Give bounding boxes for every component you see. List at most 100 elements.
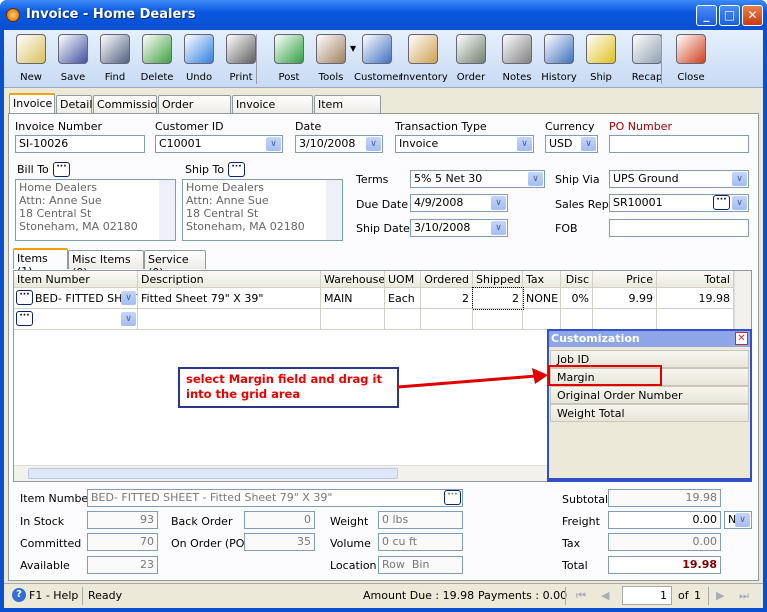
item-tab-0[interactable]: Items (1) (13, 248, 68, 278)
table-cell[interactable] (138, 309, 321, 330)
chevron-down-icon[interactable]: ∨ (121, 312, 136, 326)
column-header[interactable]: Disc (561, 271, 593, 288)
table-cell[interactable] (385, 309, 421, 330)
close-icon[interactable]: ✕ (735, 332, 748, 345)
chevron-down-icon[interactable]: ∨ (517, 137, 532, 151)
terms-select[interactable]: 5% 5 Net 30 ∨ (410, 170, 545, 188)
table-cell[interactable] (421, 309, 473, 330)
ship-date-picker[interactable]: 3/10/2008 ∨ (410, 219, 508, 237)
undo-button[interactable]: Undo (176, 32, 222, 86)
order-button[interactable]: Order (448, 32, 494, 86)
chevron-down-icon[interactable]: ∨ (491, 196, 506, 210)
chevron-down-icon[interactable]: ∨ (121, 291, 136, 305)
table-cell[interactable]: ··· ∨ (14, 309, 138, 330)
previous-record-icon[interactable]: ◀ (601, 589, 609, 602)
delete-button[interactable]: Delete (134, 32, 180, 86)
sales-rep-select[interactable]: SR10001 ··· ∨ (609, 194, 749, 212)
help-icon[interactable]: ? (12, 588, 26, 602)
tools-dropdown-icon[interactable]: ▼ (350, 44, 356, 53)
table-cell[interactable] (473, 309, 523, 330)
chevron-down-icon[interactable]: ∨ (732, 172, 747, 186)
column-header[interactable]: Item Number (14, 271, 138, 288)
recap-button[interactable]: Recap (624, 32, 670, 86)
scrollbar[interactable] (159, 180, 175, 240)
scrollbar[interactable] (326, 180, 342, 240)
column-header[interactable]: Shipped (473, 271, 523, 288)
chevron-down-icon[interactable]: ∨ (735, 513, 750, 527)
post-button[interactable]: Post (266, 32, 312, 86)
chevron-down-icon[interactable]: ∨ (528, 172, 543, 186)
freight-input[interactable]: 0.00 (608, 511, 721, 529)
customization-field[interactable]: Weight Total (550, 404, 749, 422)
history-button[interactable]: History (536, 32, 582, 86)
currency-select[interactable]: USD ∨ (545, 135, 598, 153)
chevron-down-icon[interactable]: ∨ (581, 137, 596, 151)
transaction-type-select[interactable]: Invoice ∨ (395, 135, 534, 153)
table-cell[interactable] (561, 309, 593, 330)
table-cell[interactable]: ··· ∨ BED- FITTED SHEET (14, 288, 138, 309)
customer-id-select[interactable]: C10001 ∨ (155, 135, 283, 153)
item-lookup-button[interactable]: ··· (444, 490, 461, 505)
chevron-down-icon[interactable]: ∨ (266, 137, 281, 151)
invoice-number-input[interactable]: SI-10026 (15, 135, 145, 153)
page-input[interactable]: 1 (622, 586, 672, 605)
table-cell[interactable]: 0% (561, 288, 593, 309)
item-lookup-button[interactable]: ··· (16, 290, 33, 305)
tab-invoice[interactable]: Invoice (9, 93, 55, 114)
tab-detail[interactable]: Detail (56, 95, 92, 114)
title-bar[interactable]: Invoice - Home Dealers _ □ ✕ (0, 0, 767, 30)
table-cell[interactable]: Each (385, 288, 421, 309)
next-record-icon[interactable]: ▶ (716, 589, 724, 602)
save-button[interactable]: Save (50, 32, 96, 86)
due-date-picker[interactable]: 4/9/2008 ∨ (410, 194, 508, 212)
po-number-input[interactable] (609, 135, 749, 153)
item-number-field[interactable]: BED- FITTED SHEET - Fitted Sheet 79" X 3… (87, 489, 463, 507)
close-window-button[interactable]: ✕ (742, 5, 763, 26)
table-cell[interactable] (593, 309, 657, 330)
tab-order-history[interactable]: Order History (158, 95, 231, 124)
bill-to-lookup-button[interactable]: ··· (53, 162, 70, 177)
fob-input[interactable] (609, 219, 749, 237)
chevron-down-icon[interactable]: ∨ (491, 221, 506, 235)
table-cell[interactable] (523, 309, 561, 330)
tab-invoice-history[interactable]: Invoice History (232, 95, 313, 124)
print-button[interactable]: Print (218, 32, 264, 86)
table-cell[interactable]: MAIN (321, 288, 385, 309)
item-tab-2[interactable]: Service (0) (144, 250, 206, 279)
column-header[interactable]: Ordered (421, 271, 473, 288)
last-record-icon[interactable]: ⏭ (739, 589, 749, 603)
ship-to-address[interactable]: Home Dealers Attn: Anne Sue 18 Central St S… (182, 179, 343, 241)
ship-via-select[interactable]: UPS Ground ∨ (609, 170, 749, 188)
table-cell[interactable]: 19.98 (657, 288, 734, 309)
table-cell[interactable]: 2 (421, 288, 473, 309)
freight-code-select[interactable]: N ∨ (724, 511, 752, 529)
help-text[interactable]: F1 - Help (29, 589, 78, 602)
notes-button[interactable]: Notes (494, 32, 540, 86)
first-record-icon[interactable]: ⏮ (576, 589, 586, 603)
date-picker[interactable]: 3/10/2008 ∨ (295, 135, 383, 153)
column-header[interactable]: UOM (385, 271, 421, 288)
item-lookup-button[interactable]: ··· (16, 311, 33, 326)
customization-field[interactable]: Original Order Number (550, 386, 749, 404)
new-button[interactable]: New (8, 32, 54, 86)
maximize-button[interactable]: □ (719, 5, 740, 26)
sales-rep-lookup-button[interactable]: ··· (713, 195, 730, 210)
item-tab-1[interactable]: Misc Items (0) (68, 250, 144, 279)
tools-button[interactable]: Tools (308, 32, 354, 86)
tab-commission[interactable]: Commission (93, 95, 164, 114)
table-cell[interactable]: 9.99 (593, 288, 657, 309)
ship-button[interactable]: Ship (578, 32, 624, 86)
table-cell[interactable]: Fitted Sheet 79" X 39" (138, 288, 321, 309)
customer-button[interactable]: Customer (354, 32, 403, 86)
chevron-down-icon[interactable]: ∨ (732, 196, 747, 210)
column-header[interactable]: Description (138, 271, 321, 288)
scroll-thumb[interactable] (28, 468, 398, 479)
table-cell[interactable]: 2 (472, 287, 524, 310)
find-button[interactable]: Find (92, 32, 138, 86)
column-header[interactable]: Tax (523, 271, 561, 288)
column-header[interactable]: Warehouse (321, 271, 385, 288)
close-button[interactable]: Close (668, 32, 714, 86)
column-header[interactable]: Total (657, 271, 734, 288)
tab-item-history[interactable]: Item History (314, 95, 381, 124)
ship-to-lookup-button[interactable]: ··· (228, 162, 245, 177)
